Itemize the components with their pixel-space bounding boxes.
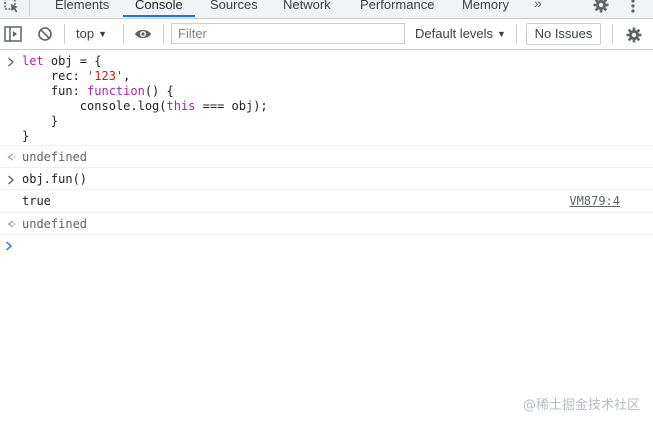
devtools-tab-bar: Elements Console Sources Network Perform… — [0, 0, 653, 19]
console-settings-gear-icon[interactable] — [625, 26, 643, 44]
tab-performance[interactable]: Performance — [360, 0, 434, 18]
source-link[interactable]: VM879:4 — [569, 194, 620, 208]
eye-icon[interactable] — [134, 27, 152, 41]
code-line: console.log(this === obj); — [22, 99, 268, 113]
toolbar-divider — [612, 24, 613, 44]
more-tabs-icon[interactable]: » — [534, 0, 542, 11]
filter-input[interactable] — [171, 23, 405, 44]
log-value: true — [22, 194, 51, 208]
toolbar-divider — [516, 24, 517, 44]
code-block: let obj = { rec: '123', fun: function() … — [22, 54, 653, 144]
log-levels-label: Default levels — [415, 26, 494, 41]
console-input-entry: let obj = { rec: '123', fun: function() … — [0, 50, 653, 146]
kebab-menu-icon[interactable] — [628, 0, 638, 15]
inspect-element-icon[interactable] — [3, 0, 21, 15]
tab-network[interactable]: Network — [283, 0, 331, 18]
caret-down-icon: ▼ — [98, 29, 107, 39]
prompt-chevron-icon — [6, 241, 13, 251]
console-toolbar: top▼ Default levels▼ No Issues — [0, 19, 653, 50]
result-value: undefined — [22, 150, 88, 164]
code-line: } — [22, 114, 59, 128]
tab-divider — [29, 0, 30, 16]
log-levels-dropdown[interactable]: Default levels ▼ — [415, 26, 506, 41]
code-line: fun: function() { — [22, 84, 174, 98]
console-output[interactable]: let obj = { rec: '123', fun: function() … — [0, 50, 653, 423]
console-input-entry: obj.fun() — [0, 168, 653, 190]
console-prompt[interactable] — [0, 235, 653, 257]
code-line: let obj = { — [22, 54, 102, 68]
console-result-entry: undefined — [0, 146, 653, 168]
return-arrow-icon — [7, 220, 16, 228]
context-selector[interactable]: top ▼ — [76, 26, 107, 41]
devtools-window: Elements Console Sources Network Perform… — [0, 0, 653, 423]
chevron-right-icon — [8, 175, 14, 185]
tab-sources[interactable]: Sources — [210, 0, 258, 18]
clear-console-icon[interactable] — [37, 26, 53, 42]
tab-console[interactable]: Console — [123, 0, 195, 18]
console-sidebar-icon[interactable] — [4, 26, 22, 42]
watermark: @稀土掘金技术社区 — [522, 398, 640, 413]
toolbar-divider — [64, 24, 65, 44]
caret-down-icon: ▼ — [497, 29, 506, 39]
return-arrow-icon — [7, 153, 16, 161]
code-line: rec: '123', — [22, 69, 131, 83]
context-label: top — [76, 26, 95, 41]
toolbar-divider — [123, 24, 124, 44]
toolbar-divider — [163, 24, 164, 44]
tab-elements[interactable]: Elements — [55, 0, 109, 18]
console-log-entry: true VM879:4 — [0, 190, 653, 213]
tab-memory[interactable]: Memory — [462, 0, 509, 18]
result-value: undefined — [22, 217, 88, 231]
issues-button[interactable]: No Issues — [526, 23, 601, 45]
chevron-right-icon — [8, 57, 14, 67]
command-text: obj.fun() — [22, 172, 88, 186]
console-result-entry: undefined — [0, 213, 653, 235]
gear-icon[interactable] — [592, 0, 610, 14]
code-line: } — [22, 129, 30, 143]
